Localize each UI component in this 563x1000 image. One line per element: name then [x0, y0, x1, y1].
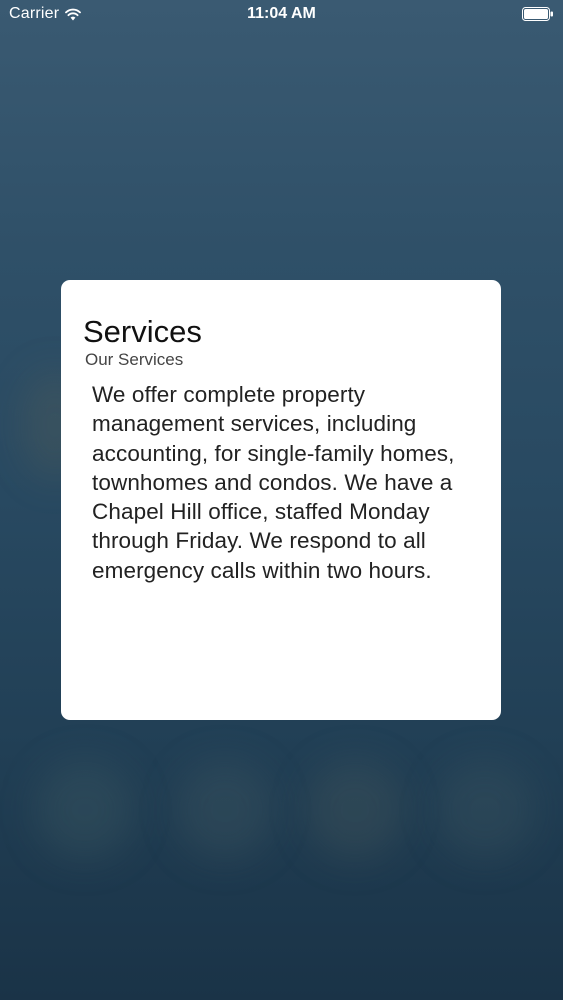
- services-dialog: Services Our Services We offer complete …: [61, 280, 501, 720]
- battery-icon: [522, 7, 553, 21]
- status-bar: Carrier 11:04 AM: [0, 0, 563, 30]
- dialog-body-text: We offer complete property management se…: [92, 382, 455, 583]
- dialog-title: Services: [83, 314, 202, 349]
- status-time: 11:04 AM: [247, 5, 316, 22]
- background-blur-blob: [435, 760, 535, 860]
- dialog-subtitle: Our Services: [85, 350, 184, 369]
- background-blur-blob: [175, 760, 275, 860]
- background-blur-blob: [35, 760, 135, 860]
- background-blur-blob: [305, 760, 405, 860]
